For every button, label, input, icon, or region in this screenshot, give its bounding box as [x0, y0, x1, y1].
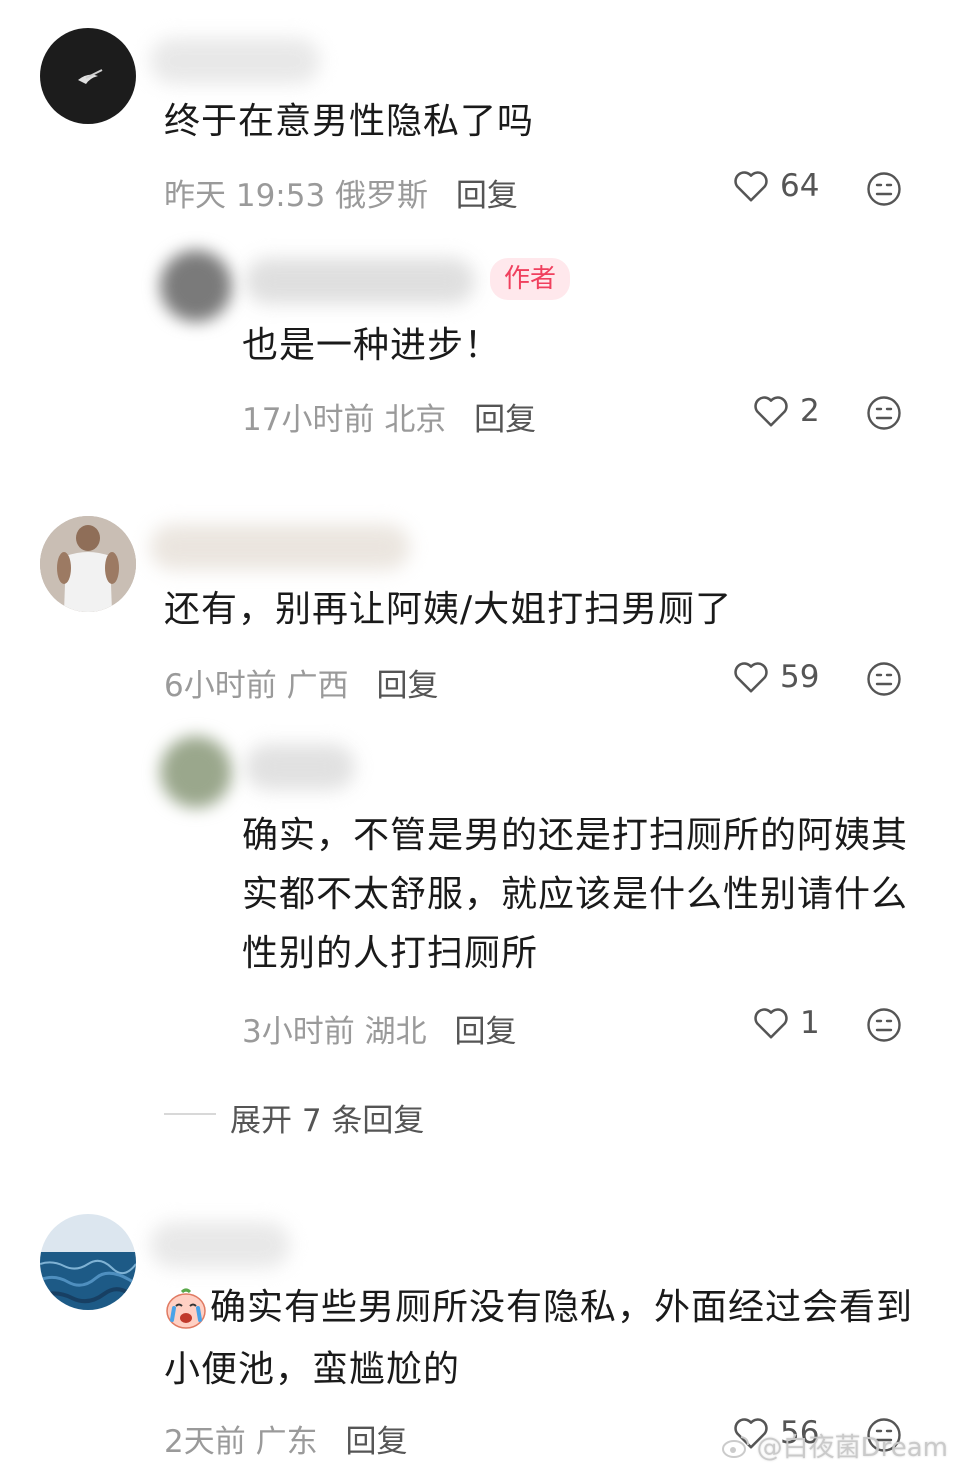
- username-blurred[interactable]: [245, 744, 355, 790]
- heart-outline-icon: [734, 662, 768, 693]
- like-button[interactable]: 1: [752, 1005, 820, 1041]
- reply-meta: 3小时前 湖北 回复: [242, 1006, 516, 1051]
- watermark: @白夜菌Dream: [721, 1427, 948, 1464]
- like-button[interactable]: 64: [732, 168, 819, 204]
- neutral-face-icon[interactable]: [866, 171, 902, 207]
- weibo-logo-icon: [721, 1435, 749, 1458]
- comment-location: 俄罗斯: [335, 178, 429, 214]
- neutral-face-icon[interactable]: [866, 661, 902, 697]
- like-count: 2: [800, 393, 820, 429]
- comment-meta: 2天前 广东 回复: [164, 1416, 407, 1461]
- reply-text: 也是一种进步！: [242, 325, 502, 366]
- avatar[interactable]: [40, 516, 136, 612]
- author-badge: 作者: [490, 258, 571, 300]
- person-photo: [40, 516, 136, 612]
- reply-text-line: 性别的人打扫厕所: [242, 933, 539, 974]
- comment-text: 终于在意男性隐私了吗: [164, 101, 535, 142]
- comment-text-line: 小便池，蛮尴尬的: [164, 1349, 461, 1390]
- heart-outline-icon: [734, 171, 768, 202]
- username-blurred[interactable]: [150, 38, 320, 84]
- like-count: 1: [800, 1005, 820, 1041]
- bird-icon: [78, 69, 103, 84]
- reply-location: 湖北: [364, 1014, 427, 1050]
- neutral-face-icon[interactable]: [866, 395, 902, 431]
- heart-outline-icon: [754, 396, 788, 427]
- username-blurred[interactable]: [150, 524, 410, 570]
- comment-text: 确实有些男厕所没有隐私，外面经过会看到 小便池，蛮尴尬的: [164, 1280, 934, 1398]
- avatar[interactable]: [160, 250, 232, 322]
- comment-time: 2天前: [164, 1424, 246, 1460]
- watermark-text: @白夜菌Dream: [756, 1433, 948, 1463]
- crying-face-emoji: [166, 1288, 206, 1329]
- ocean-photo: [40, 1214, 136, 1310]
- reply-button[interactable]: 回复: [456, 178, 518, 214]
- reply-text-line: 确实，不管是男的还是打扫厕所的阿姨其: [242, 815, 909, 856]
- comment-text-part: 确实有些男厕所没有隐私，外面经过会看到: [210, 1287, 914, 1328]
- reply-time: 17小时前: [242, 402, 375, 438]
- comment-location: 广西: [286, 668, 349, 704]
- reply-button[interactable]: 回复: [454, 1014, 516, 1050]
- like-button[interactable]: 59: [732, 659, 819, 695]
- heart-outline-icon: [754, 1008, 788, 1039]
- reply-text: 确实，不管是男的还是打扫厕所的阿姨其 实都不太舒服，就应该是什么性别请什么 性别…: [242, 808, 922, 982]
- comment-time: 6小时前: [164, 668, 277, 704]
- reply-text-line: 实都不太舒服，就应该是什么性别请什么: [242, 874, 909, 915]
- comment-time: 昨天 19:53: [164, 178, 326, 214]
- reply-location: 北京: [384, 402, 447, 438]
- avatar[interactable]: [40, 1214, 136, 1310]
- reply-button[interactable]: 回复: [345, 1424, 407, 1460]
- like-button[interactable]: 2: [752, 393, 820, 429]
- neutral-face-icon[interactable]: [866, 1007, 902, 1043]
- comment-meta: 昨天 19:53 俄罗斯 回复: [164, 170, 518, 215]
- like-count: 59: [780, 659, 820, 695]
- username-blurred[interactable]: [245, 258, 475, 304]
- reply-meta: 17小时前 北京 回复: [242, 394, 536, 439]
- reply-time: 3小时前: [242, 1014, 355, 1050]
- comment-text-line: 确实有些男厕所没有隐私，外面经过会看到: [164, 1280, 934, 1336]
- like-count: 64: [780, 168, 820, 204]
- expand-divider: [164, 1113, 216, 1115]
- username-blurred[interactable]: [150, 1222, 290, 1268]
- expand-replies-label[interactable]: 展开 7 条回复: [230, 1095, 424, 1140]
- avatar[interactable]: [40, 28, 136, 124]
- reply-button[interactable]: 回复: [474, 402, 536, 438]
- reply-button[interactable]: 回复: [376, 668, 438, 704]
- avatar[interactable]: [160, 736, 232, 808]
- comment-location: 广东: [255, 1424, 318, 1460]
- comment-meta: 6小时前 广西 回复: [164, 660, 438, 705]
- comment-text: 还有，别再让阿姨/大姐打扫男厕了: [164, 589, 733, 630]
